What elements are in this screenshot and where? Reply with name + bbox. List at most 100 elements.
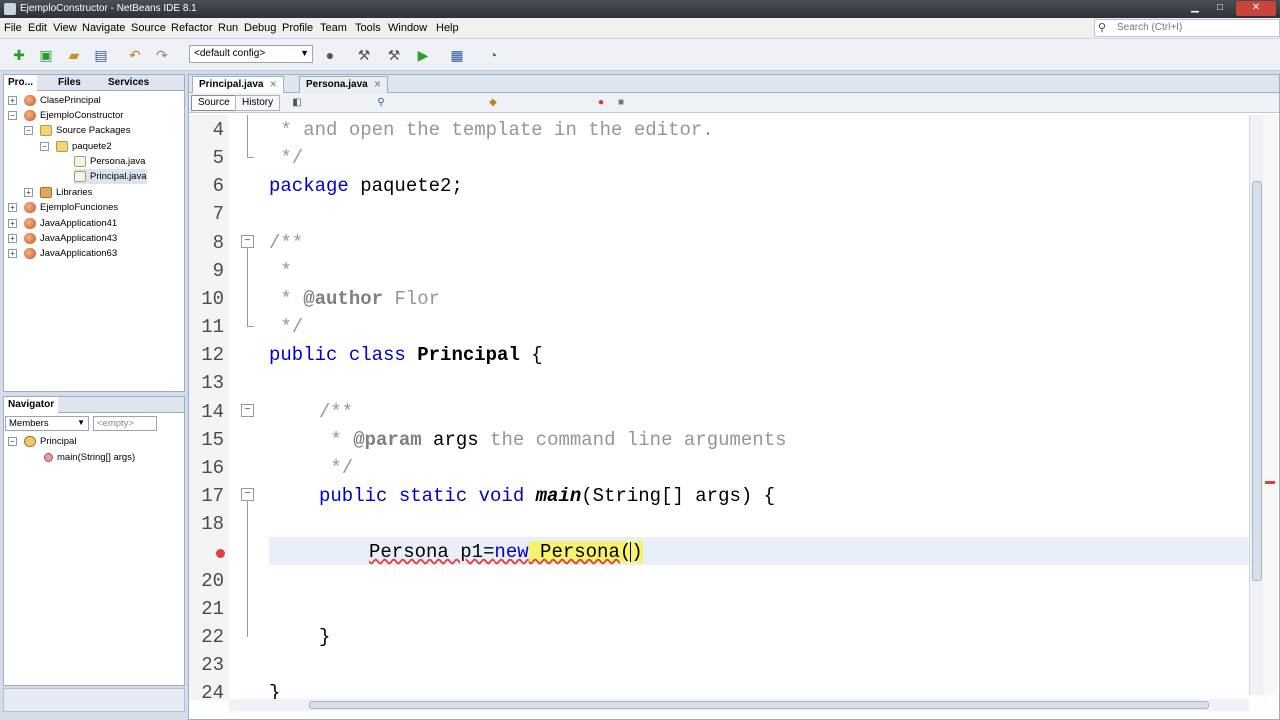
collapse-toggle[interactable]: − <box>24 126 33 135</box>
code-line-8[interactable]: /** <box>269 232 303 254</box>
tree-item-javaapplication43[interactable]: JavaApplication43 <box>24 231 117 246</box>
bookmark-icon[interactable]: ◆ <box>487 97 499 109</box>
code-line-17[interactable]: public static void main(String[] args) { <box>319 485 775 507</box>
navigator-class[interactable]: Principal <box>24 434 76 449</box>
profile-icon[interactable]: ◔ <box>483 45 503 65</box>
undo-icon[interactable]: ↶ <box>125 45 145 65</box>
error-stripe-mark[interactable] <box>1265 481 1275 484</box>
menu-file[interactable]: File <box>4 22 22 34</box>
vertical-scroll-thumb[interactable] <box>1252 181 1262 581</box>
fold-toggle-icon[interactable]: − <box>241 488 254 501</box>
menu-run[interactable]: Run <box>218 22 238 34</box>
menu-help[interactable]: Help <box>436 22 459 34</box>
tree-item-ejemploconstructor[interactable]: EjemploConstructor <box>24 108 123 123</box>
search-placeholder: Search (Ctrl+I) <box>1117 22 1183 33</box>
line-number: 12 <box>201 344 224 366</box>
menu-window[interactable]: Window <box>388 22 427 34</box>
code-line-12[interactable]: public class Principal { <box>269 344 543 366</box>
clean-build-icon[interactable]: ⚒ <box>384 45 404 65</box>
tree-item-claseprincipal[interactable]: ClasePrincipal <box>24 93 101 108</box>
back-icon[interactable]: ◧ <box>291 97 303 109</box>
window-title: EjemploConstructor - NetBeans IDE 8.1 <box>20 3 197 14</box>
code-line-11[interactable]: */ <box>269 316 303 338</box>
tree-item-source-packages[interactable]: Source Packages <box>40 123 130 138</box>
expand-toggle[interactable]: + <box>8 96 17 105</box>
code-line-19[interactable]: Persona p1=new Persona() <box>369 541 643 563</box>
menu-tools[interactable]: Tools <box>355 22 381 34</box>
redo-icon[interactable]: ↷ <box>152 45 172 65</box>
line-number: 5 <box>212 147 224 169</box>
menu-navigate[interactable]: Navigate <box>82 22 125 34</box>
close-button[interactable]: ✕ <box>1236 1 1276 16</box>
expand-toggle[interactable]: + <box>8 234 17 243</box>
build-icon[interactable]: ⚒ <box>354 45 374 65</box>
tree-item-ejemplofunciones[interactable]: EjemploFunciones <box>24 200 118 215</box>
tab-projects[interactable]: Pro... <box>4 75 38 91</box>
minimize-button[interactable]: ▁ <box>1183 1 1207 16</box>
tree-item-javaapplication41[interactable]: JavaApplication41 <box>24 216 117 231</box>
menu-profile[interactable]: Profile <box>282 22 313 34</box>
code-line-14[interactable]: /** <box>319 401 353 423</box>
main-toolbar: ✚ ▣ ▰ ▤ ↶ ↷ <default config> ▼ ● ⚒ ⚒ ▶ ▦… <box>0 39 1280 71</box>
tab-persona-java[interactable]: Persona.java ✕ <box>299 76 389 93</box>
error-icon[interactable] <box>216 549 225 558</box>
menu-refactor[interactable]: Refactor <box>171 22 213 34</box>
code-line-5[interactable]: */ <box>269 147 303 169</box>
expand-toggle[interactable]: + <box>8 249 17 258</box>
new-project-icon[interactable]: ▣ <box>36 45 56 65</box>
line-number: 11 <box>201 316 224 338</box>
run-icon[interactable]: ▶ <box>413 45 433 65</box>
expand-toggle[interactable]: + <box>8 219 17 228</box>
collapse-toggle[interactable]: − <box>8 111 17 120</box>
stop-macro-icon[interactable]: ■ <box>615 97 627 109</box>
source-button[interactable]: Source <box>191 95 237 111</box>
expand-toggle[interactable]: + <box>8 203 17 212</box>
menu-edit[interactable]: Edit <box>28 22 47 34</box>
search-field[interactable]: ⚲ Search (Ctrl+I) <box>1094 19 1280 37</box>
globe-icon[interactable]: ● <box>320 45 340 65</box>
code-line-10[interactable]: * @author Flor <box>269 288 440 310</box>
menu-source[interactable]: Source <box>131 22 166 34</box>
tab-navigator[interactable]: Navigator <box>4 397 59 413</box>
horizontal-scroll-thumb[interactable] <box>309 701 1209 709</box>
tree-item-principal-java[interactable]: Principal.java <box>74 169 147 184</box>
debug-icon[interactable]: ▦ <box>447 45 467 65</box>
menu-view[interactable]: View <box>53 22 77 34</box>
fold-toggle-icon[interactable]: − <box>241 235 254 248</box>
code-line-6[interactable]: package paquete2; <box>269 175 463 197</box>
tab-files[interactable]: Files <box>54 75 85 91</box>
new-file-icon[interactable]: ✚ <box>9 45 29 65</box>
horizontal-scrollbar[interactable] <box>229 699 1249 711</box>
find-icon[interactable]: ⚲ <box>375 97 387 109</box>
maximize-button[interactable]: □ <box>1208 1 1232 16</box>
code-line-15[interactable]: * @param args the command line arguments <box>319 429 786 451</box>
record-macro-icon[interactable]: ● <box>595 97 607 109</box>
config-select[interactable]: <default config> ▼ <box>189 45 313 63</box>
tree-item-persona-java[interactable]: Persona.java <box>74 154 145 169</box>
history-button[interactable]: History <box>235 95 281 111</box>
open-project-icon[interactable]: ▰ <box>64 45 84 65</box>
vertical-scrollbar[interactable] <box>1249 115 1263 695</box>
expand-toggle[interactable]: + <box>24 188 33 197</box>
close-icon[interactable]: ✕ <box>374 79 382 89</box>
close-icon[interactable]: ✕ <box>269 79 277 89</box>
code-line-9[interactable]: * <box>269 260 291 282</box>
tab-services[interactable]: Services <box>104 75 153 91</box>
fold-toggle-icon[interactable]: − <box>241 404 254 417</box>
code-line-16[interactable]: */ <box>319 457 353 479</box>
code-line-4[interactable]: * and open the template in the editor. <box>269 119 713 141</box>
code-line-22[interactable]: } <box>319 626 330 648</box>
collapse-toggle[interactable]: − <box>8 437 17 446</box>
tree-item-javaapplication63[interactable]: JavaApplication63 <box>24 246 117 261</box>
menu-team[interactable]: Team <box>320 22 347 34</box>
tree-item-paquete2[interactable]: paquete2 <box>56 139 112 154</box>
editor-tabs: Principal.java ✕ Persona.java ✕ <box>189 75 1279 93</box>
tree-item-libraries[interactable]: Libraries <box>40 185 92 200</box>
member-filter-select[interactable]: <empty> <box>93 416 157 431</box>
menu-debug[interactable]: Debug <box>244 22 276 34</box>
tab-principal-java[interactable]: Principal.java ✕ <box>192 76 285 93</box>
collapse-toggle[interactable]: − <box>40 142 49 151</box>
save-all-icon[interactable]: ▤ <box>91 45 111 65</box>
navigator-method[interactable]: main(String[] args) <box>44 450 135 465</box>
members-select[interactable]: Members ▼ <box>5 416 89 431</box>
